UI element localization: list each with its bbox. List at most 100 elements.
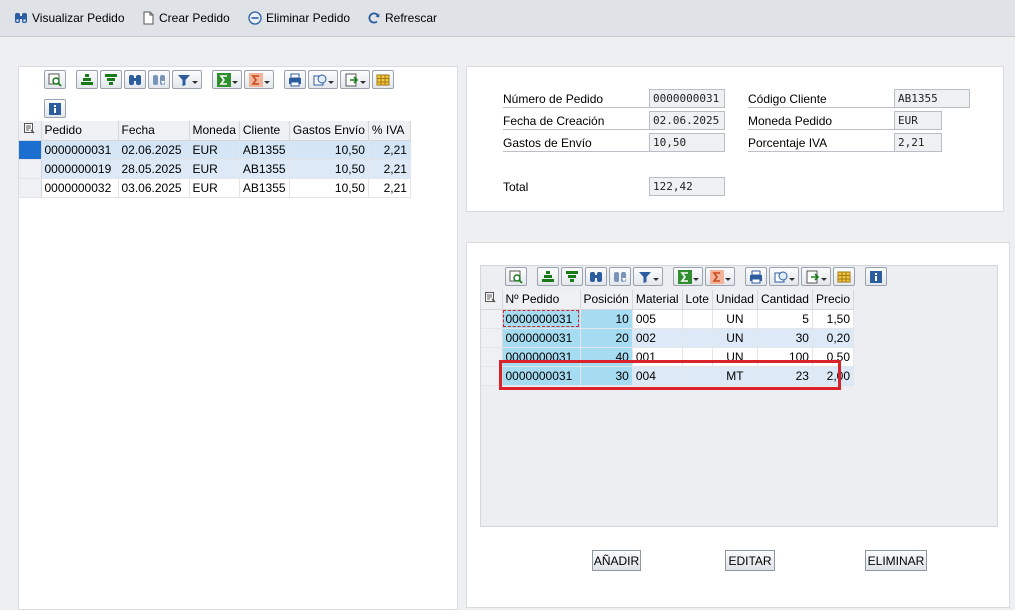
layout-icon[interactable] — [833, 267, 855, 286]
cell-gastos-envio: 10,50 — [289, 178, 369, 198]
refresh-label: Refrescar — [385, 11, 438, 25]
sum-icon[interactable] — [673, 267, 703, 286]
print-icon[interactable] — [745, 267, 767, 286]
sort-asc-icon[interactable] — [76, 70, 98, 89]
edit-button[interactable]: EDITAR — [725, 550, 775, 571]
cell-no-pedido: 0000000031 — [502, 309, 581, 329]
col-no-pedido[interactable]: Nº Pedido — [502, 290, 581, 310]
moneda-pedido-label: Moneda Pedido — [748, 112, 894, 130]
filter-icon[interactable] — [172, 70, 202, 89]
views-icon[interactable] — [769, 267, 799, 286]
row-selector[interactable] — [19, 140, 42, 160]
layout-icon[interactable] — [372, 70, 394, 89]
view-order-label: Visualizar Pedido — [32, 11, 125, 25]
create-order-button[interactable]: Crear Pedido — [141, 8, 230, 28]
cell-moneda: EUR — [189, 178, 240, 198]
cell-posicion: 20 — [580, 328, 633, 348]
gastos-envio-label: Gastos de Envío — [503, 134, 649, 152]
find-icon[interactable] — [585, 267, 607, 286]
cell-pedido: 0000000019 — [41, 159, 119, 179]
cell-fecha: 02.06.2025 — [118, 140, 190, 160]
numero-pedido-label: Número de Pedido — [503, 90, 649, 108]
info-icon[interactable] — [44, 99, 66, 118]
create-order-label: Crear Pedido — [159, 11, 230, 25]
orders-alv-toolbar — [44, 70, 394, 89]
col-posicion[interactable]: Posición — [580, 290, 633, 310]
col-iva[interactable]: % IVA — [368, 121, 411, 141]
fecha-creacion-field[interactable]: 02.06.2025 — [649, 111, 725, 130]
col-cliente[interactable]: Cliente — [239, 121, 290, 141]
delete-order-button[interactable]: Eliminar Pedido — [248, 8, 350, 28]
delete-button[interactable]: ELIMINAR — [865, 550, 927, 571]
cell-iva: 2,21 — [368, 159, 411, 179]
subtotal-icon[interactable] — [705, 267, 735, 286]
col-gastos-envio[interactable]: Gastos Envío — [289, 121, 369, 141]
cell-precio: 0,20 — [812, 328, 855, 348]
application-toolbar: Visualizar Pedido Crear Pedido Eliminar … — [0, 0, 1015, 37]
refresh-icon — [367, 11, 381, 25]
total-label: Total — [503, 180, 529, 194]
cell-gastos-envio: 10,50 — [289, 140, 369, 160]
cell-fecha: 28.05.2025 — [118, 159, 190, 179]
subtotal-icon[interactable] — [244, 70, 274, 89]
details-icon[interactable] — [505, 267, 527, 286]
items-alv-toolbar — [505, 267, 887, 286]
cell-material: 005 — [632, 309, 683, 329]
cell-pedido: 0000000031 — [41, 140, 119, 160]
cell-no-pedido: 0000000031 — [502, 328, 581, 348]
grid-settings-icon[interactable] — [19, 121, 42, 141]
filter-icon[interactable] — [633, 267, 663, 286]
export-icon[interactable] — [340, 70, 370, 89]
add-button[interactable]: AÑADIR — [592, 550, 641, 571]
cell-gastos-envio: 10,50 — [289, 159, 369, 179]
details-icon[interactable] — [44, 70, 66, 89]
sort-desc-icon[interactable] — [100, 70, 122, 89]
row-selector[interactable] — [481, 309, 503, 329]
col-precio[interactable]: Precio — [812, 290, 855, 310]
delete-order-label: Eliminar Pedido — [266, 11, 351, 25]
cell-fecha: 03.06.2025 — [118, 178, 190, 198]
col-moneda[interactable]: Moneda — [189, 121, 240, 141]
info-icon[interactable] — [865, 267, 887, 286]
grid-settings-icon[interactable] — [481, 290, 503, 310]
table-row[interactable]: 0000000031 02.06.2025 EUR AB1355 10,50 2… — [19, 140, 411, 160]
col-cantidad[interactable]: Cantidad — [757, 290, 813, 310]
document-icon — [141, 11, 155, 25]
find-next-icon[interactable] — [148, 70, 170, 89]
col-material[interactable]: Material — [632, 290, 683, 310]
export-icon[interactable] — [801, 267, 831, 286]
table-row[interactable]: 0000000031 10 005 UN 5 1,50 — [481, 309, 855, 329]
cell-cliente: AB1355 — [239, 178, 290, 198]
row-selector[interactable] — [19, 178, 42, 198]
table-row[interactable]: 0000000032 03.06.2025 EUR AB1355 10,50 2… — [19, 178, 411, 198]
sum-icon[interactable] — [212, 70, 242, 89]
numero-pedido-field[interactable]: 0000000031 — [649, 89, 725, 108]
porcentaje-iva-field[interactable]: 2,21 — [894, 133, 942, 152]
refresh-button[interactable]: Refrescar — [367, 8, 437, 28]
col-fecha[interactable]: Fecha — [118, 121, 190, 141]
cell-material: 002 — [632, 328, 683, 348]
table-row[interactable]: 0000000019 28.05.2025 EUR AB1355 10,50 2… — [19, 159, 411, 179]
find-next-icon[interactable] — [609, 267, 631, 286]
moneda-pedido-field[interactable]: EUR — [894, 111, 942, 130]
sort-asc-icon[interactable] — [537, 267, 559, 286]
col-pedido[interactable]: Pedido — [41, 121, 119, 141]
orders-info-toolbar — [44, 99, 66, 118]
row-selector[interactable] — [19, 159, 42, 179]
views-icon[interactable] — [308, 70, 338, 89]
view-order-button[interactable]: Visualizar Pedido — [14, 8, 125, 28]
col-lote[interactable]: Lote — [682, 290, 713, 310]
print-icon[interactable] — [284, 70, 306, 89]
table-row[interactable]: 0000000031 20 002 UN 30 0,20 — [481, 328, 855, 348]
gastos-envio-field[interactable]: 10,50 — [649, 133, 725, 152]
col-unidad[interactable]: Unidad — [712, 290, 758, 310]
codigo-cliente-field[interactable]: AB1355 — [894, 89, 970, 108]
total-field[interactable]: 122,42 — [649, 177, 725, 196]
binoculars-icon — [14, 11, 28, 25]
porcentaje-iva-label: Porcentaje IVA — [748, 134, 894, 152]
order-items-panel: Nº Pedido Posición Material Lote Unidad … — [466, 242, 1010, 608]
row-selector[interactable] — [481, 328, 503, 348]
sort-desc-icon[interactable] — [561, 267, 583, 286]
cell-unidad: UN — [712, 309, 758, 329]
find-icon[interactable] — [124, 70, 146, 89]
